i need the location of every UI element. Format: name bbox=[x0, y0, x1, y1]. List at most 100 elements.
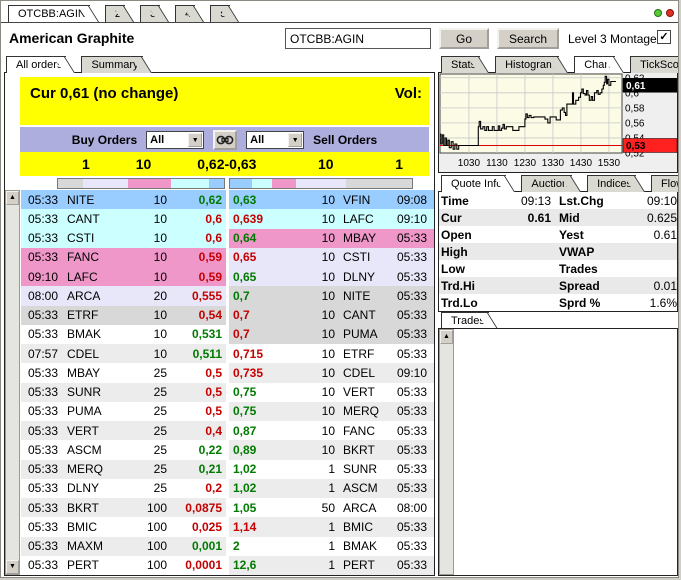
quote-field-value: 0.01 bbox=[617, 279, 677, 293]
market-maker: ETRF bbox=[335, 347, 391, 361]
order-row[interactable]: 08:00ARCA200,555 bbox=[21, 286, 226, 305]
order-row[interactable]: 1,141BMIC05:33 bbox=[229, 517, 434, 536]
order-row[interactable]: 0,7510VERT05:33 bbox=[229, 383, 434, 402]
order-row[interactable]: 09:10LAFC100,59 bbox=[21, 267, 226, 286]
tab-chart[interactable]: Chart bbox=[574, 56, 615, 73]
tab-tickscope[interactable]: TickScope bbox=[630, 56, 679, 73]
order-row[interactable]: 05:33BMIC1000,025 bbox=[21, 517, 226, 536]
order-row[interactable]: 05:33DLNY250,2 bbox=[21, 479, 226, 498]
tab-flow[interactable]: Flow bbox=[651, 175, 679, 192]
bbo-sell-count: 1 bbox=[395, 156, 403, 172]
order-row[interactable]: 0,8710FANC05:33 bbox=[229, 421, 434, 440]
order-time: 05:33 bbox=[391, 481, 434, 495]
order-row[interactable]: 0,8910BKRT05:33 bbox=[229, 440, 434, 459]
tab-summary[interactable]: Summary bbox=[81, 56, 142, 73]
go-button[interactable]: Go bbox=[439, 28, 489, 49]
search-button[interactable]: Search bbox=[497, 28, 559, 49]
order-row[interactable]: 05:33VERT250,4 bbox=[21, 421, 226, 440]
order-row[interactable]: 0,710NITE05:33 bbox=[229, 286, 434, 305]
order-row[interactable]: 05:33ETRF100,54 bbox=[21, 306, 226, 325]
market-maker: VFIN bbox=[335, 193, 391, 207]
market-maker: BMAK bbox=[67, 327, 123, 341]
tab-all-orders[interactable]: All orders bbox=[6, 56, 66, 73]
level3-montage-checkbox[interactable]: ✓ bbox=[657, 30, 671, 44]
symbol-tab-otcbb-agin[interactable]: OTCBB:AGIN bbox=[8, 5, 90, 22]
tab-trades[interactable]: Trades bbox=[441, 312, 489, 329]
tab-histogram[interactable]: Histogram bbox=[495, 56, 559, 73]
order-row[interactable]: 1,0550ARCA08:00 bbox=[229, 498, 434, 517]
quote-field-value: 0.61 bbox=[617, 228, 677, 242]
bbo-sell-size: 10 bbox=[318, 156, 334, 172]
chevron-down-icon[interactable]: ▼ bbox=[288, 133, 302, 147]
order-time: 05:33 bbox=[391, 270, 434, 284]
order-row[interactable]: 05:33MBAY250,5 bbox=[21, 363, 226, 382]
order-row[interactable]: 0,6410MBAY05:33 bbox=[229, 229, 434, 248]
tab-indices[interactable]: Indices bbox=[587, 175, 636, 192]
trades-scrollbar[interactable]: ▲ bbox=[439, 329, 454, 575]
order-row[interactable]: 0,63910LAFC09:10 bbox=[229, 209, 434, 228]
order-time: 09:08 bbox=[391, 193, 434, 207]
analysis-tab-bar: Stats Histogram Chart TickScope bbox=[441, 55, 679, 73]
market-maker: LAFC bbox=[335, 212, 391, 226]
montage-scrollbar[interactable]: ▲ ▼ bbox=[5, 190, 20, 575]
symbol-tab-4[interactable]: 4 bbox=[175, 5, 195, 22]
symbol-tab-3[interactable]: 3 bbox=[140, 5, 160, 22]
order-size: 100 bbox=[123, 558, 167, 572]
order-row[interactable]: 0,71510ETRF05:33 bbox=[229, 344, 434, 363]
tab-quote-info[interactable]: Quote Info bbox=[441, 175, 506, 192]
order-row[interactable]: 05:33PERT1000,0001 bbox=[21, 556, 226, 575]
order-row[interactable]: 05:33FANC100,59 bbox=[21, 248, 226, 267]
order-row[interactable]: 21BMAK05:33 bbox=[229, 537, 434, 556]
chevron-down-icon[interactable]: ▼ bbox=[188, 133, 202, 147]
order-row[interactable]: 05:33BMAK100,531 bbox=[21, 325, 226, 344]
order-row[interactable]: 05:33MERQ250,21 bbox=[21, 460, 226, 479]
symbol-tab-5[interactable]: 5 bbox=[210, 5, 230, 22]
order-row[interactable]: 1,021ASCM05:33 bbox=[229, 479, 434, 498]
market-maker: NITE bbox=[67, 193, 123, 207]
trades-panel: ▲ bbox=[438, 328, 678, 576]
scroll-up-icon[interactable]: ▲ bbox=[440, 330, 453, 344]
order-row[interactable]: 0,6510DLNY05:33 bbox=[229, 267, 434, 286]
tab-auction[interactable]: Auction bbox=[521, 175, 572, 192]
depth-bar-buy bbox=[57, 178, 225, 189]
order-row[interactable]: 05:33NITE100,62 bbox=[21, 190, 226, 209]
symbol-tab-2[interactable]: 2 bbox=[105, 5, 125, 22]
market-maker: DLNY bbox=[335, 270, 391, 284]
order-row[interactable]: 05:33CSTI100,6 bbox=[21, 229, 226, 248]
order-size: 25 bbox=[123, 481, 167, 495]
order-size: 25 bbox=[123, 404, 167, 418]
scroll-down-icon[interactable]: ▼ bbox=[6, 560, 19, 574]
order-row[interactable]: 1,021SUNR05:33 bbox=[229, 460, 434, 479]
order-row[interactable]: 05:33PUMA250,5 bbox=[21, 402, 226, 421]
order-time: 05:33 bbox=[21, 250, 67, 264]
buy-filter-select[interactable]: All ▼ bbox=[146, 131, 204, 149]
link-sides-button[interactable] bbox=[213, 130, 237, 150]
depth-segment bbox=[296, 179, 347, 188]
order-time: 05:33 bbox=[391, 539, 434, 553]
order-row[interactable]: 0,7510MERQ05:33 bbox=[229, 402, 434, 421]
order-row[interactable]: 0,6510CSTI05:33 bbox=[229, 248, 434, 267]
order-row[interactable]: 0,710PUMA05:33 bbox=[229, 325, 434, 344]
order-row[interactable]: 07:57CDEL100,511 bbox=[21, 344, 226, 363]
order-time: 05:33 bbox=[21, 193, 67, 207]
tab-stats[interactable]: Stats bbox=[441, 56, 480, 73]
sell-filter-select[interactable]: All ▼ bbox=[246, 131, 304, 149]
order-row[interactable]: 05:33BKRT1000,0875 bbox=[21, 498, 226, 517]
order-row[interactable]: 0,73510CDEL09:10 bbox=[229, 363, 434, 382]
market-maker: FANC bbox=[335, 424, 391, 438]
symbol-input[interactable] bbox=[285, 28, 431, 49]
scroll-up-icon[interactable]: ▲ bbox=[6, 191, 19, 205]
order-time: 05:33 bbox=[391, 327, 434, 341]
market-maker: BMIC bbox=[335, 520, 391, 534]
order-row[interactable]: 05:33SUNR250,5 bbox=[21, 383, 226, 402]
order-row[interactable]: 05:33ASCM250,22 bbox=[21, 440, 226, 459]
quote-row: Cur0.61Mid0.625 bbox=[439, 209, 677, 226]
order-row[interactable]: 12,61PERT05:33 bbox=[229, 556, 434, 575]
order-row[interactable]: 0,710CANT05:33 bbox=[229, 306, 434, 325]
order-row[interactable]: 0,6310VFIN09:08 bbox=[229, 190, 434, 209]
order-row[interactable]: 05:33MAXM1000,001 bbox=[21, 537, 226, 556]
order-price: 0,65 bbox=[229, 270, 289, 284]
order-price: 0,0001 bbox=[167, 558, 226, 572]
order-size: 1 bbox=[289, 520, 335, 534]
order-row[interactable]: 05:33CANT100,6 bbox=[21, 209, 226, 228]
